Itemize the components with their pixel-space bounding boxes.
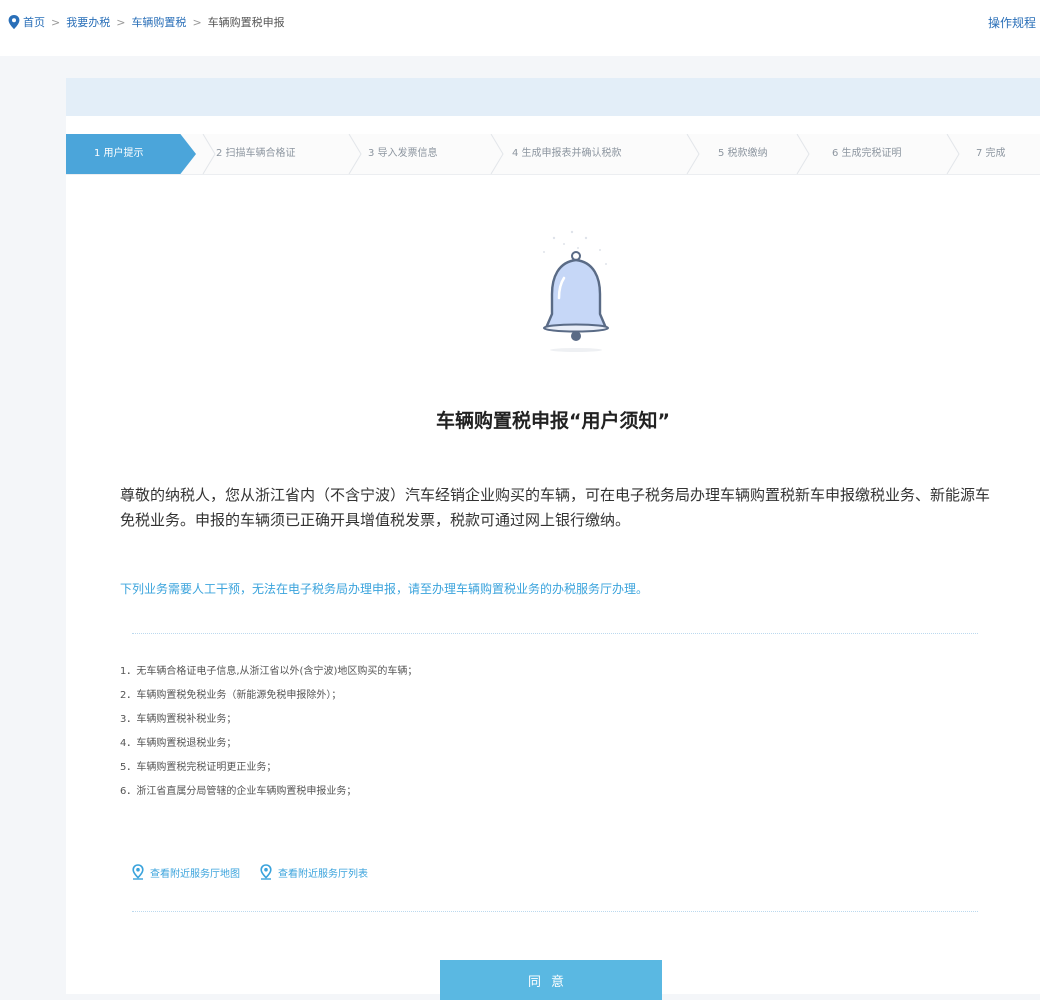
card-header-strip — [66, 78, 1040, 116]
notice-intro: 尊敬的纳税人，您从浙江省内（不含宁波）汽车经销企业购买的车辆，可在电子税务局办理… — [120, 486, 991, 529]
declaration-card: 1 用户提示 2 扫描车辆合格证 3 导入发票信息 4 生成申报表并确认税款 5… — [66, 78, 1040, 1000]
chevron-right-icon — [490, 134, 504, 174]
manual-business-list: 1．无车辆合格证电子信息,从浙江省以外(含宁波)地区购买的车辆； 2．车辆购置税… — [120, 660, 417, 804]
bell-illustration — [516, 218, 636, 358]
step-6: 6 生成完税证明 — [832, 148, 902, 159]
breadcrumb-separator: > — [116, 15, 126, 29]
operation-guide-link[interactable]: 操作规程 — [988, 14, 1036, 31]
dotted-divider — [132, 911, 978, 912]
breadcrumb-separator: > — [51, 15, 61, 29]
list-item: 1．无车辆合格证电子信息,从浙江省以外(含宁波)地区购买的车辆； — [120, 666, 418, 677]
dotted-divider — [132, 633, 978, 634]
list-item: 6．浙江省直属分局管辖的企业车辆购置税申报业务； — [120, 786, 357, 797]
list-item: 2．车辆购置税免税业务（新能源免税申报除外）； — [120, 690, 342, 701]
chevron-right-icon — [796, 134, 810, 174]
chevron-right-icon — [686, 134, 700, 174]
step-2: 2 扫描车辆合格证 — [216, 148, 296, 159]
chevron-right-icon — [946, 134, 960, 174]
nearby-hall-map-link[interactable]: 查看附近服务厅地图 — [132, 864, 240, 880]
manual-processing-notice: 下列业务需要人工干预，无法在电子税务局办理申报，请至办理车辆购置税业务的办税服务… — [120, 582, 649, 596]
breadcrumb-separator: > — [192, 15, 202, 29]
top-bar: 首页 > 我要办税 > 车辆购置税 > 车辆购置税申报 操作规程 — [0, 0, 1040, 56]
list-item: 4．车辆购置税退税业务； — [120, 738, 237, 749]
agree-button[interactable]: 同意 — [440, 960, 662, 1000]
step-4: 4 生成申报表并确认税款 — [512, 148, 622, 159]
location-pin-icon — [8, 15, 20, 29]
breadcrumb-tax[interactable]: 我要办税 — [66, 14, 110, 30]
chevron-right-icon — [202, 134, 216, 174]
nearby-hall-list-label: 查看附近服务厅列表 — [278, 868, 368, 880]
location-pin-icon — [260, 864, 272, 880]
step-5: 5 税款缴纳 — [718, 148, 768, 159]
service-hall-links: 查看附近服务厅地图 查看附近服务厅列表 — [132, 864, 388, 880]
nearby-hall-map-label: 查看附近服务厅地图 — [150, 868, 240, 880]
step-1: 1 用户提示 — [66, 134, 196, 174]
bell-icon — [543, 230, 609, 352]
step-progress-bar: 1 用户提示 2 扫描车辆合格证 3 导入发票信息 4 生成申报表并确认税款 5… — [66, 134, 1040, 175]
breadcrumb-current: 车辆购置税申报 — [207, 16, 285, 29]
step-3: 3 导入发票信息 — [368, 148, 438, 159]
location-pin-icon — [132, 864, 144, 880]
nearby-hall-list-link[interactable]: 查看附近服务厅列表 — [260, 864, 368, 880]
list-item: 3．车辆购置税补税业务； — [120, 714, 237, 725]
notice-title: 车辆购置税申报“用户须知” — [436, 410, 670, 432]
breadcrumb-home[interactable]: 首页 — [23, 14, 45, 30]
step-7: 7 完成 — [976, 148, 1006, 159]
chevron-right-icon — [348, 134, 362, 174]
breadcrumb: 首页 > 我要办税 > 车辆购置税 > 车辆购置税申报 — [8, 14, 285, 30]
list-item: 5．车辆购置税完税证明更正业务； — [120, 762, 277, 773]
breadcrumb-vehicle-tax[interactable]: 车辆购置税 — [131, 14, 186, 30]
